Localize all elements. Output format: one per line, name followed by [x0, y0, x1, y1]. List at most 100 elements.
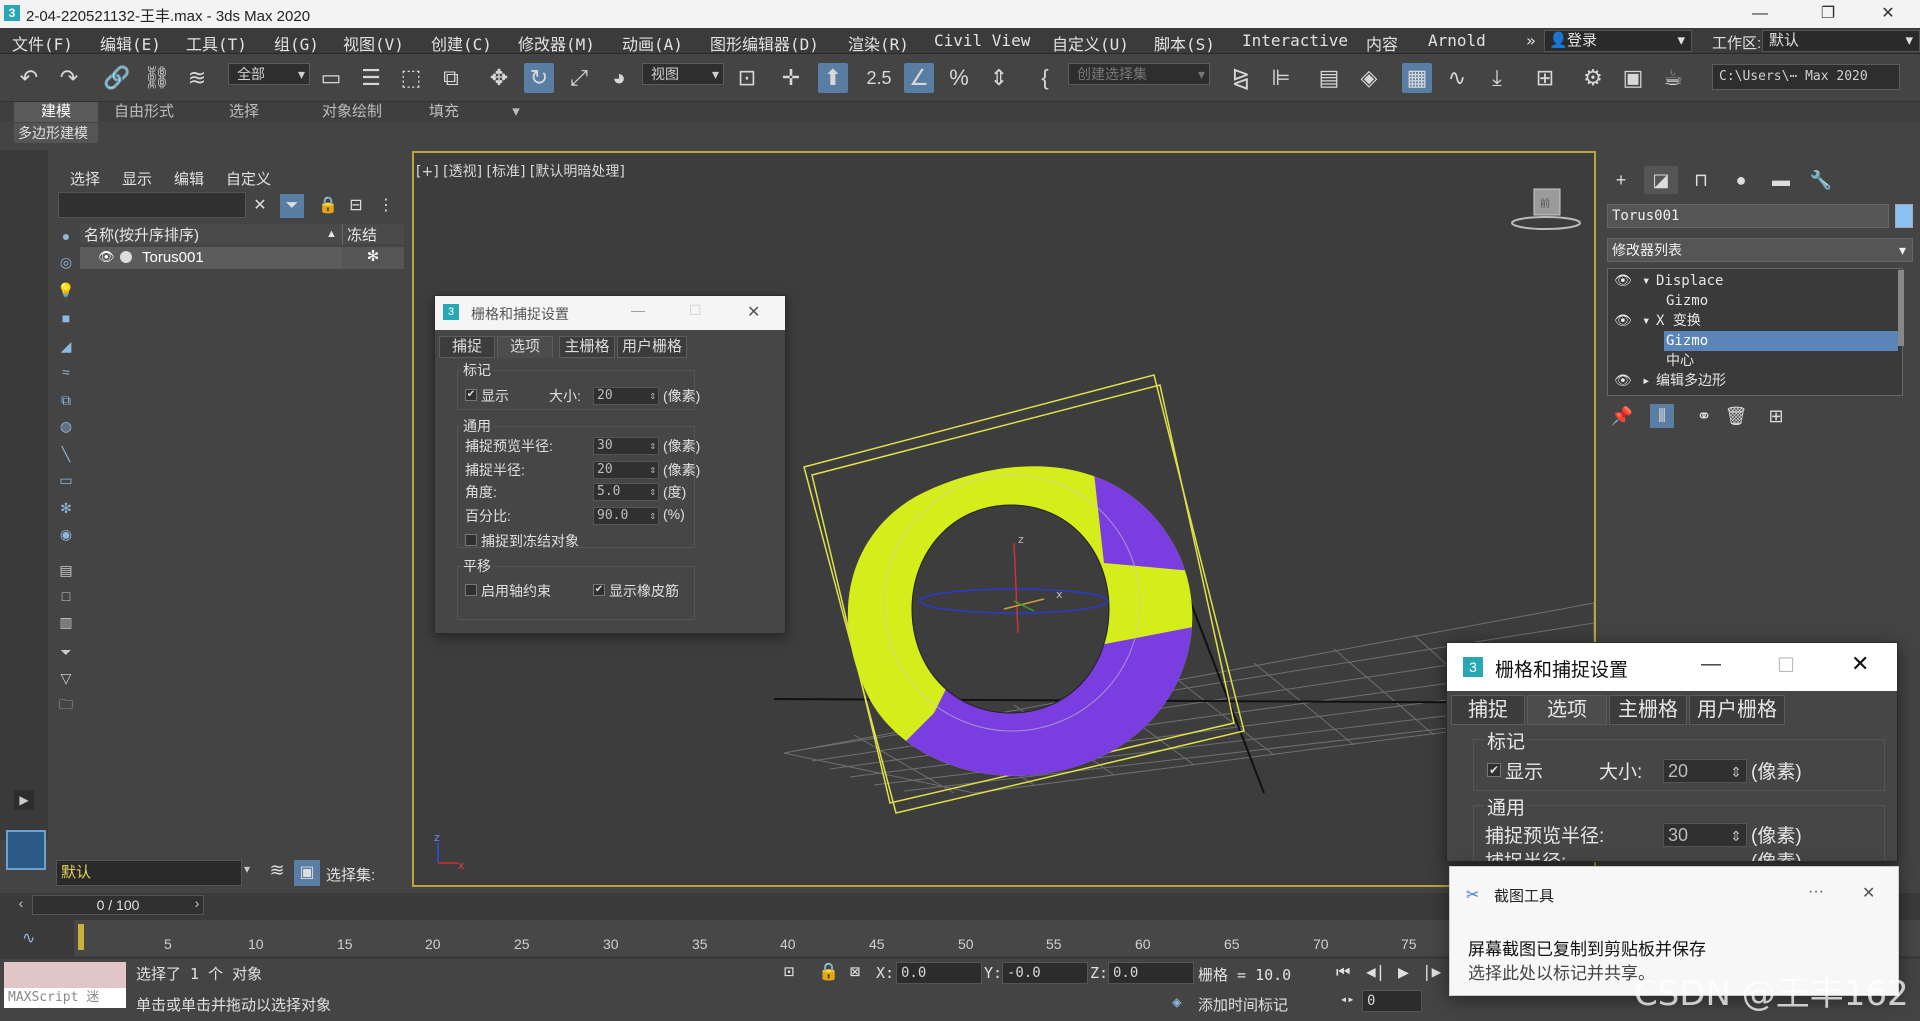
- project-path-dropdown[interactable]: C:\Users\⋯ Max 2020: [1712, 64, 1900, 90]
- material-editor-icon[interactable]: ⊞: [1530, 63, 1560, 93]
- rotate-icon[interactable]: ↻: [524, 63, 554, 93]
- schematic-view-icon[interactable]: ⤓: [1482, 63, 1512, 93]
- tab-options[interactable]: 选项: [1527, 695, 1607, 725]
- percent-snap-icon[interactable]: %: [944, 63, 974, 93]
- shapes-filter-icon[interactable]: ◎: [56, 252, 76, 272]
- tab-user-grids[interactable]: 用户栅格: [1689, 695, 1785, 725]
- spacewarps-filter-icon[interactable]: ≈: [56, 362, 76, 382]
- tab-snaps[interactable]: 捕捉: [439, 336, 495, 358]
- folder-icon[interactable]: 🗀: [56, 694, 76, 714]
- eye-icon[interactable]: 👁: [1614, 311, 1632, 331]
- xrefs-filter-icon[interactable]: ◍: [56, 416, 76, 436]
- menu-group[interactable]: 组(G): [274, 31, 319, 55]
- remove-modifier-icon[interactable]: 🗑: [1724, 404, 1748, 428]
- geometry-filter-icon[interactable]: ●: [56, 226, 76, 246]
- curve-editor-icon[interactable]: ∿: [1442, 63, 1472, 93]
- current-frame-field[interactable]: 0: [1362, 990, 1422, 1012]
- edit-named-selection-icon[interactable]: {: [1030, 63, 1060, 93]
- containers-filter-icon[interactable]: ▭: [56, 470, 76, 490]
- menu-rendering[interactable]: 渲染(R): [848, 31, 909, 55]
- tab-freeform[interactable]: 自由形式: [104, 102, 184, 122]
- view-cube[interactable]: 前: [1511, 188, 1581, 230]
- add-time-tag-label[interactable]: 添加时间标记: [1198, 994, 1288, 1015]
- motion-tab-icon[interactable]: ●: [1724, 166, 1758, 194]
- frame-nav-icon[interactable]: ◂▸: [1340, 992, 1354, 1006]
- maximize-icon[interactable]: ☐: [689, 302, 702, 319]
- layers-icon[interactable]: ≋: [264, 860, 290, 886]
- explorer-menu-display[interactable]: 显示: [122, 168, 152, 189]
- object-name-field[interactable]: Torus001: [1607, 204, 1889, 228]
- more-options-icon[interactable]: ···: [1808, 883, 1824, 901]
- helpers-filter-icon[interactable]: ◢: [56, 336, 76, 356]
- snap-toggle-icon[interactable]: 2.5: [864, 63, 894, 93]
- next-frame-icon[interactable]: ›: [188, 895, 206, 915]
- curve-editor-mini-icon[interactable]: ∿: [22, 928, 35, 948]
- keyboard-shortcut-icon[interactable]: ⬆: [818, 63, 848, 93]
- tab-options[interactable]: 选项: [497, 336, 553, 358]
- scene-explorer-icon[interactable]: ▤: [1314, 63, 1344, 93]
- prev-frame-icon[interactable]: ‹: [12, 895, 30, 915]
- named-selection-dropdown[interactable]: 创建选择集 ▾: [1068, 63, 1210, 85]
- create-tab-icon[interactable]: +: [1604, 166, 1638, 194]
- stack-item-edit-poly[interactable]: 👁 ▸ 编辑多边形: [1608, 371, 1898, 391]
- invert-display-icon[interactable]: ▥: [56, 612, 76, 632]
- filter-icon[interactable]: ⏷: [280, 194, 304, 218]
- expand-icon[interactable]: ▸: [1642, 371, 1650, 391]
- column-freeze[interactable]: 冻结: [342, 224, 377, 245]
- expand-icon[interactable]: ▾: [1642, 311, 1650, 331]
- tab-populate[interactable]: 填充: [416, 102, 472, 122]
- isolate-selection-icon[interactable]: ⊡: [784, 962, 794, 982]
- table-row[interactable]: 👁 Torus001 ✻: [80, 247, 404, 269]
- render-setup-icon[interactable]: ⚙: [1578, 63, 1608, 93]
- show-marker-checkbox[interactable]: ✔: [465, 389, 477, 401]
- add-time-tag-icon[interactable]: ◈: [1172, 992, 1182, 1011]
- utilities-tab-icon[interactable]: 🔧: [1804, 166, 1838, 194]
- maxscript-listener-input[interactable]: [4, 962, 126, 990]
- menu-interactive[interactable]: Interactive: [1242, 31, 1348, 50]
- percent-stepper[interactable]: 90.0: [593, 507, 659, 525]
- rect-region-icon[interactable]: ⬚: [396, 63, 426, 93]
- tab-user-grids[interactable]: 用户栅格: [617, 336, 687, 358]
- visibility-eye-icon[interactable]: 👁: [98, 249, 115, 265]
- clear-search-icon[interactable]: ✕: [248, 194, 272, 218]
- scale-icon[interactable]: ⤢: [564, 63, 594, 93]
- window-crossing-icon[interactable]: ⧉: [436, 63, 466, 93]
- snap-radius-stepper[interactable]: 20: [593, 461, 659, 479]
- maxscript-mini-listener[interactable]: MAXScript 迷: [4, 988, 126, 1008]
- login-dropdown[interactable]: 👤 登录 ▾: [1544, 30, 1692, 52]
- menu-customize[interactable]: 自定义(U): [1052, 31, 1129, 55]
- expand-icon[interactable]: ▶: [14, 790, 34, 810]
- column-name[interactable]: 名称(按升序排序): [84, 224, 199, 245]
- bind-spacewarp-icon[interactable]: ≋: [182, 63, 212, 93]
- selection-set-icon[interactable]: ▣: [294, 860, 320, 886]
- time-marker[interactable]: [78, 924, 84, 950]
- redo-icon[interactable]: ↷: [54, 63, 84, 93]
- link-icon[interactable]: 🔗: [102, 63, 132, 93]
- marker-size-stepper[interactable]: 20: [593, 387, 659, 405]
- object-color-swatch[interactable]: [1895, 204, 1913, 228]
- tab-selection[interactable]: 选择: [214, 102, 274, 122]
- select-by-name-icon[interactable]: ☰: [356, 63, 386, 93]
- close-icon[interactable]: ✕: [1851, 651, 1869, 677]
- next-key-icon[interactable]: |▶: [1422, 962, 1441, 981]
- frozen-filter-icon[interactable]: ✻: [56, 498, 76, 518]
- explorer-search-input[interactable]: [58, 192, 246, 218]
- menu-modifiers[interactable]: 修改器(M): [518, 31, 595, 55]
- explorer-menu-edit[interactable]: 编辑: [174, 168, 204, 189]
- tab-modeling[interactable]: 建模: [14, 102, 98, 122]
- angle-stepper[interactable]: 5.0: [593, 483, 659, 501]
- explorer-menu-select[interactable]: 选择: [70, 168, 100, 189]
- reference-coord-dropdown[interactable]: 视图 ▾: [642, 63, 724, 85]
- preview-radius-stepper[interactable]: 30: [1663, 823, 1747, 847]
- rubber-band-checkbox[interactable]: ✔: [593, 584, 605, 596]
- menu-graph-editors[interactable]: 图形编辑器(D): [710, 31, 819, 55]
- explorer-options-icon[interactable]: ⋮: [374, 194, 398, 218]
- angle-snap-icon[interactable]: ∠: [904, 63, 934, 93]
- freeze-toggle-icon[interactable]: ✻: [342, 247, 404, 269]
- display-none-icon[interactable]: □: [56, 586, 76, 606]
- pin-stack-icon[interactable]: 📌: [1610, 404, 1634, 428]
- close-icon[interactable]: ✕: [1862, 883, 1875, 903]
- select-object-icon[interactable]: ▭: [316, 63, 346, 93]
- eye-icon[interactable]: 👁: [1614, 271, 1632, 291]
- menu-scripting[interactable]: 脚本(S): [1154, 31, 1215, 55]
